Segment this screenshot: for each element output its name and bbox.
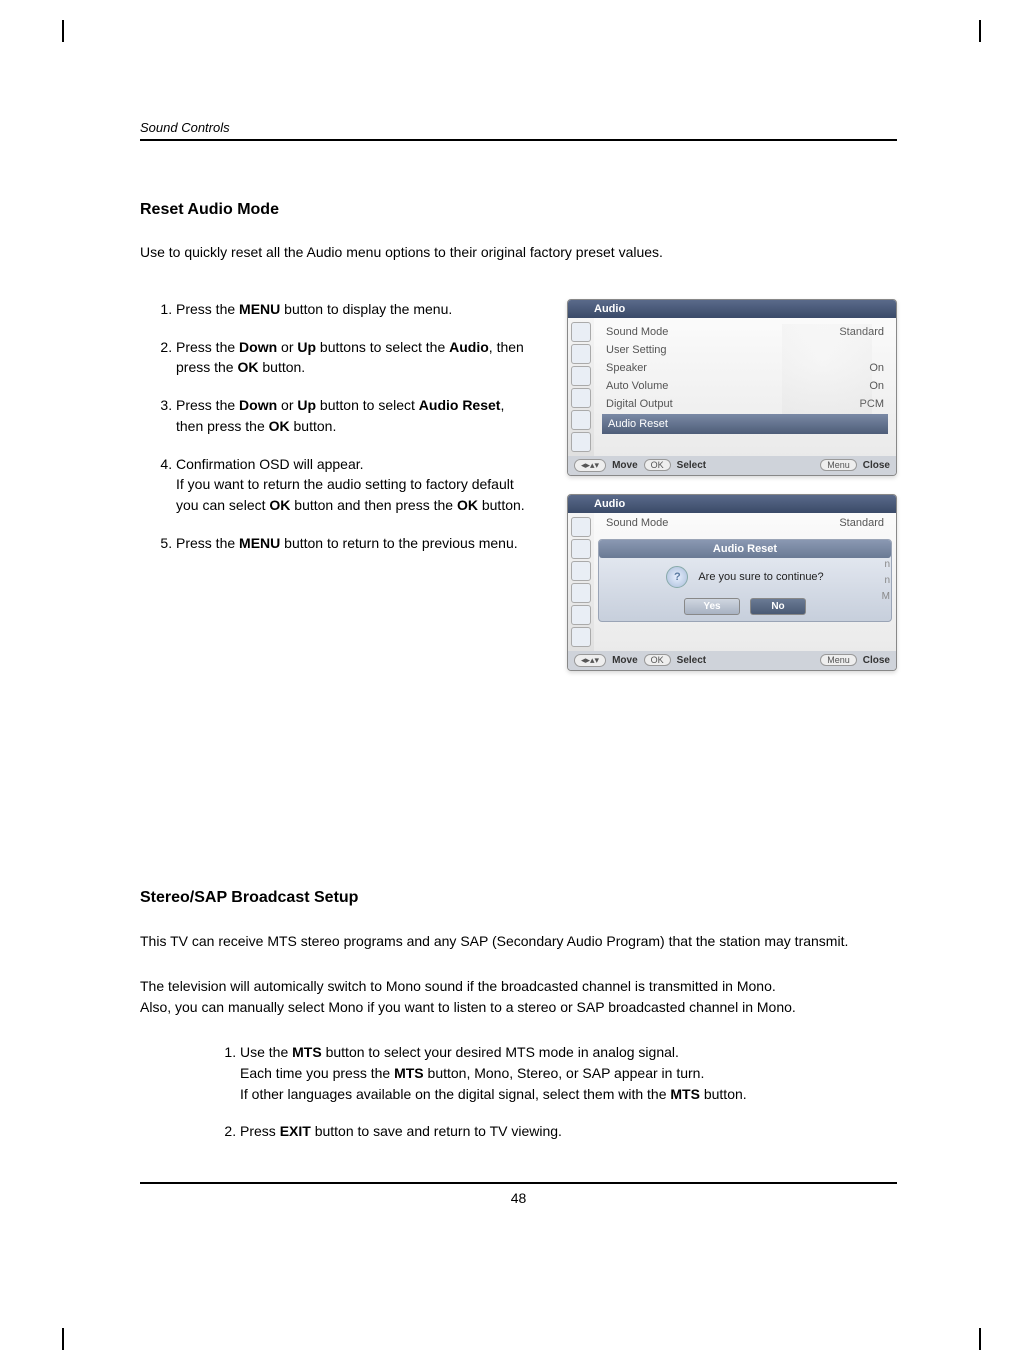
lock-icon: [571, 432, 591, 452]
s2-step-2: Press EXIT button to save and return to …: [240, 1121, 897, 1142]
section-title-reset: Reset Audio Mode: [140, 201, 897, 219]
section-intro: Use to quickly reset all the Audio menu …: [140, 243, 897, 263]
time-icon: [571, 583, 591, 603]
section2-intro1: This TV can receive MTS stereo programs …: [140, 931, 897, 952]
crop-mark: [965, 1320, 995, 1350]
footer-select: Select: [677, 655, 706, 666]
menu-pill: Menu: [820, 459, 857, 471]
menu-row-audio-reset[interactable]: Audio Reset: [602, 414, 888, 434]
osd-audio-menu: Audio Sound ModeStandar: [567, 299, 897, 476]
crop-mark: [965, 20, 995, 50]
section2-intro2: The television will automically switch t…: [140, 976, 897, 1018]
time-icon: [571, 388, 591, 408]
divider: [140, 139, 897, 141]
no-button[interactable]: No: [750, 598, 806, 615]
confirm-dialog: Audio Reset ? Are you sure to continue? …: [598, 539, 892, 622]
channel-icon: [571, 366, 591, 386]
section-label: Sound Controls: [140, 120, 897, 135]
audio-icon: [571, 322, 591, 342]
step-3: Press the Down or Up button to select Au…: [176, 395, 527, 436]
osd-footer: ◂▸▴▾ Move OK Select Menu Close: [568, 651, 896, 670]
step-5: Press the MENU button to return to the p…: [176, 533, 527, 553]
section-title-stereo: Stereo/SAP Broadcast Setup: [140, 889, 897, 907]
crop-mark: [48, 1320, 78, 1350]
dialog-title: Audio Reset: [599, 540, 891, 558]
divider: [140, 1182, 897, 1184]
menu-row-digital-output: Digital OutputPCM: [602, 396, 888, 412]
osd-footer: ◂▸▴▾ Move OK Select Menu Close: [568, 456, 896, 475]
footer-move: Move: [612, 460, 638, 471]
setup-icon: [571, 410, 591, 430]
channel-icon: [571, 561, 591, 581]
nav-arrows-icon: ◂▸▴▾: [574, 459, 606, 472]
audio-icon: [571, 517, 591, 537]
footer-move: Move: [612, 655, 638, 666]
ok-pill: OK: [644, 654, 671, 666]
osd-title: Audio: [568, 495, 896, 513]
picture-icon: [571, 344, 591, 364]
partial-value: n: [882, 573, 890, 589]
osd-audio-reset-dialog: Audio Sound ModeStandard: [567, 494, 897, 671]
osd-title: Audio: [568, 300, 896, 318]
footer-close: Close: [863, 655, 890, 666]
step-1: Press the MENU button to display the men…: [176, 299, 527, 319]
osd-icon-column: [568, 513, 594, 651]
menu-row-speaker: SpeakerOn: [602, 360, 888, 376]
footer-select: Select: [677, 460, 706, 471]
partial-value: n: [882, 557, 890, 573]
menu-row-sound-mode: Sound ModeStandard: [602, 324, 888, 340]
setup-icon: [571, 605, 591, 625]
menu-pill: Menu: [820, 654, 857, 666]
footer-close: Close: [863, 460, 890, 471]
page-number: 48: [140, 1190, 897, 1206]
ok-pill: OK: [644, 459, 671, 471]
step-2: Press the Down or Up buttons to select t…: [176, 337, 527, 378]
crop-mark: [48, 20, 78, 50]
yes-button[interactable]: Yes: [684, 598, 740, 615]
lock-icon: [571, 627, 591, 647]
menu-row-user-setting: User Setting: [602, 342, 888, 358]
picture-icon: [571, 539, 591, 559]
menu-row-sound-mode: Sound ModeStandard: [594, 513, 896, 533]
s2-step-1: Use the MTS button to select your desire…: [240, 1042, 897, 1105]
nav-arrows-icon: ◂▸▴▾: [574, 654, 606, 667]
menu-row-auto-volume: Auto VolumeOn: [602, 378, 888, 394]
dialog-question: Are you sure to continue?: [698, 571, 823, 583]
step-4: Confirmation OSD will appear. If you wan…: [176, 454, 527, 515]
question-icon: ?: [666, 566, 688, 588]
osd-icon-column: [568, 318, 594, 456]
partial-value: M: [882, 589, 890, 605]
